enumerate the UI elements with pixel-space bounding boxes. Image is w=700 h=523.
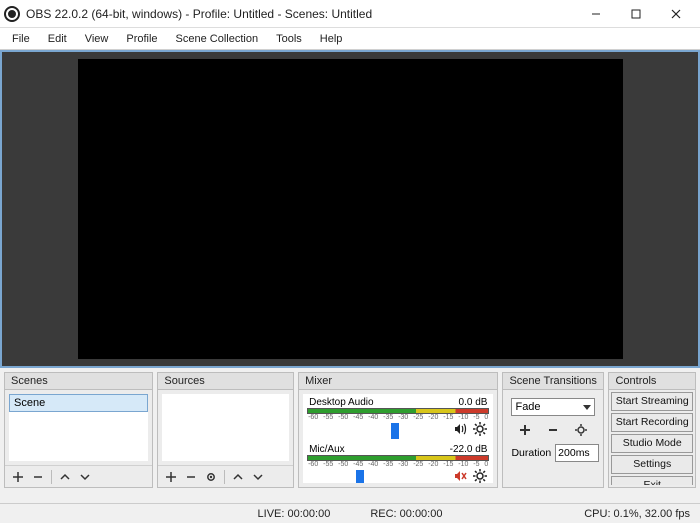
preview-canvas[interactable] [78, 59, 623, 359]
panel-transitions: Scene Transitions Fade Duration [502, 372, 604, 488]
status-live: LIVE: 00:00:00 [258, 508, 331, 520]
panel-sources: Sources [157, 372, 294, 488]
gear-icon[interactable] [473, 422, 487, 439]
preview-area [0, 50, 700, 368]
source-properties-button[interactable] [202, 468, 220, 486]
close-button[interactable] [656, 0, 696, 28]
slider-handle[interactable] [391, 423, 399, 439]
chevron-down-icon [583, 405, 591, 410]
slider-handle[interactable] [356, 470, 364, 484]
mixer-channel-mic: Mic/Aux -22.0 dB -60-55-50-45-40-35-30-2… [305, 443, 491, 483]
add-scene-button[interactable] [9, 468, 27, 486]
menu-view[interactable]: View [77, 31, 117, 47]
channel-name: Mic/Aux [309, 444, 345, 455]
move-source-down-button[interactable] [249, 468, 267, 486]
titlebar: OBS 22.0.2 (64-bit, windows) - Profile: … [0, 0, 700, 28]
gear-icon[interactable] [473, 469, 487, 483]
speaker-muted-icon[interactable] [453, 469, 467, 483]
speaker-icon[interactable] [453, 422, 467, 439]
panel-header-transitions: Scene Transitions [503, 373, 603, 390]
transition-select[interactable]: Fade [511, 398, 595, 416]
scenes-toolbar [5, 465, 152, 487]
add-transition-button[interactable] [515, 420, 535, 440]
move-source-up-button[interactable] [229, 468, 247, 486]
remove-transition-button[interactable] [543, 420, 563, 440]
channel-name: Desktop Audio [309, 397, 374, 408]
remove-source-button[interactable] [182, 468, 200, 486]
volume-meter [307, 455, 489, 461]
panel-controls: Controls Start Streaming Start Recording… [608, 372, 696, 488]
panel-header-sources: Sources [158, 373, 293, 390]
panel-header-mixer: Mixer [299, 373, 497, 390]
minimize-button[interactable] [576, 0, 616, 28]
duration-spinner[interactable] [555, 444, 599, 462]
menu-profile[interactable]: Profile [118, 31, 165, 47]
scene-item[interactable]: Scene [9, 394, 148, 412]
volume-slider[interactable] [307, 470, 451, 484]
add-source-button[interactable] [162, 468, 180, 486]
remove-scene-button[interactable] [29, 468, 47, 486]
bottom-panels: Scenes Scene Sources Mixer [0, 368, 700, 488]
window-title: OBS 22.0.2 (64-bit, windows) - Profile: … [26, 7, 576, 21]
transition-properties-button[interactable] [571, 420, 591, 440]
scenes-list[interactable]: Scene [9, 394, 148, 461]
statusbar: LIVE: 00:00:00 REC: 00:00:00 CPU: 0.1%, … [0, 503, 700, 523]
volume-slider[interactable] [307, 423, 451, 439]
transitions-body: Fade Duration [507, 394, 599, 483]
exit-button[interactable]: Exit [611, 476, 693, 485]
duration-label: Duration [511, 447, 551, 459]
start-streaming-button[interactable]: Start Streaming [611, 392, 693, 411]
mixer-body: Desktop Audio 0.0 dB -60-55-50-45-40-35-… [303, 394, 493, 483]
panel-header-scenes: Scenes [5, 373, 152, 390]
spinner-down-button[interactable] [598, 453, 599, 461]
menu-file[interactable]: File [4, 31, 38, 47]
start-recording-button[interactable]: Start Recording [611, 413, 693, 432]
menu-scene-collection[interactable]: Scene Collection [168, 31, 267, 47]
maximize-button[interactable] [616, 0, 656, 28]
menubar: File Edit View Profile Scene Collection … [0, 28, 700, 50]
controls-body: Start Streaming Start Recording Studio M… [611, 392, 693, 485]
move-scene-down-button[interactable] [76, 468, 94, 486]
panel-header-controls: Controls [609, 373, 695, 390]
ruler-labels: -60-55-50-45-40-35-30-25-20-15-10-50 [307, 461, 489, 469]
move-scene-up-button[interactable] [56, 468, 74, 486]
menu-tools[interactable]: Tools [268, 31, 310, 47]
spinner-up-button[interactable] [598, 445, 599, 453]
divider [224, 470, 225, 484]
sources-list[interactable] [162, 394, 289, 461]
sources-toolbar [158, 465, 293, 487]
settings-button[interactable]: Settings [611, 455, 693, 474]
window-buttons [576, 0, 696, 28]
divider [51, 470, 52, 484]
studio-mode-button[interactable]: Studio Mode [611, 434, 693, 453]
ruler-labels: -60-55-50-45-40-35-30-25-20-15-10-50 [307, 414, 489, 422]
menu-edit[interactable]: Edit [40, 31, 75, 47]
app-logo-icon [4, 6, 20, 22]
panel-mixer: Mixer Desktop Audio 0.0 dB -60-55-50-45-… [298, 372, 498, 488]
volume-meter [307, 408, 489, 414]
transition-selected: Fade [515, 401, 540, 413]
status-rec: REC: 00:00:00 [370, 508, 442, 520]
channel-db: 0.0 dB [459, 397, 488, 408]
status-cpu: CPU: 0.1%, 32.00 fps [584, 508, 690, 520]
mixer-channel-desktop: Desktop Audio 0.0 dB -60-55-50-45-40-35-… [305, 396, 491, 443]
panel-scenes: Scenes Scene [4, 372, 153, 488]
channel-db: -22.0 dB [450, 444, 488, 455]
duration-input[interactable] [556, 445, 598, 461]
menu-help[interactable]: Help [312, 31, 351, 47]
